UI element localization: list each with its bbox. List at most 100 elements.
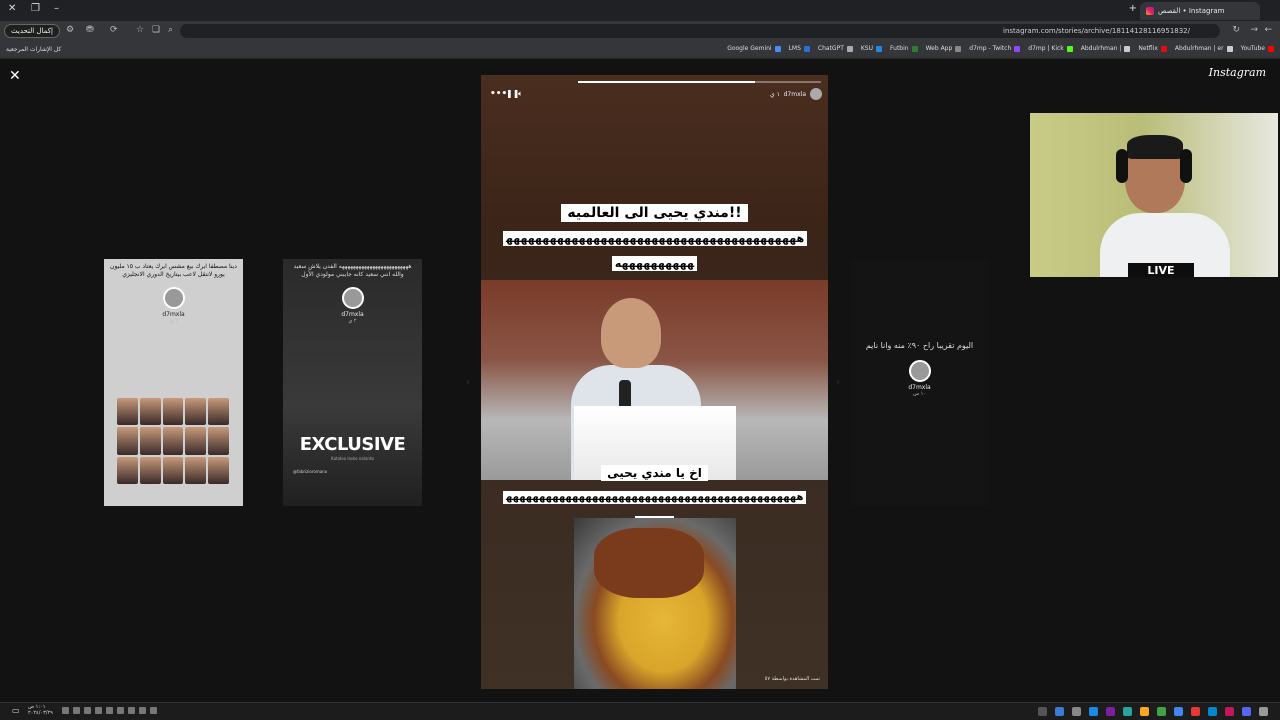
app-icon[interactable] bbox=[1225, 707, 1234, 716]
streamer-hair bbox=[1127, 135, 1183, 159]
reload-icon[interactable]: ⟳ bbox=[110, 25, 118, 35]
tray-icon[interactable] bbox=[62, 707, 69, 714]
bookmark-favicon-icon bbox=[1014, 45, 1021, 52]
bookmark-item[interactable]: LMS bbox=[789, 45, 810, 52]
notification-icon[interactable]: ▭ bbox=[12, 706, 20, 715]
tray-icon[interactable] bbox=[117, 707, 124, 714]
bookmark-item[interactable]: ChatGPT bbox=[818, 45, 853, 52]
bookmark-item[interactable]: KSU bbox=[861, 45, 883, 52]
bookmark-item[interactable]: Netflix bbox=[1138, 45, 1167, 52]
volume-icon[interactable]: 🔈︎ bbox=[518, 89, 523, 99]
bookmark-favicon-icon bbox=[1160, 45, 1167, 52]
star-icon[interactable]: ☆ bbox=[136, 25, 144, 35]
bookmark-item[interactable]: Web App bbox=[926, 45, 962, 52]
tray-icon[interactable] bbox=[84, 707, 91, 714]
app-icon[interactable] bbox=[1123, 707, 1132, 716]
story-preview-1-user: d7mxla bbox=[162, 311, 185, 319]
bookmark-favicon-icon bbox=[1066, 45, 1073, 52]
back-icon[interactable]: ← bbox=[1264, 25, 1272, 35]
close-icon[interactable]: ✕ bbox=[9, 68, 21, 84]
story-preview-1-text: دينا مصطفا ايرك بيع مشس ايرك يعتاد ب ١٥ … bbox=[110, 263, 237, 279]
bookmark-favicon-icon bbox=[955, 45, 962, 52]
credit-handle: @fabrizioromano bbox=[293, 469, 328, 474]
tab-title: القصص • Instagram bbox=[1158, 7, 1225, 15]
app-icon[interactable] bbox=[1157, 707, 1166, 716]
bookmark-favicon-icon bbox=[1124, 45, 1131, 52]
bookmark-label: Abdulrhman | bbox=[1080, 45, 1122, 52]
tray-icon[interactable] bbox=[128, 707, 135, 714]
tab-instagram[interactable]: القصص • Instagram bbox=[1140, 2, 1260, 20]
extension-icon[interactable]: ⚙ bbox=[66, 25, 74, 35]
bookmark-label: ChatGPT bbox=[817, 45, 844, 52]
app-icon[interactable] bbox=[1140, 707, 1149, 716]
tray-icon[interactable] bbox=[150, 707, 157, 714]
app-icon[interactable] bbox=[1055, 707, 1064, 716]
story-username: d7mxla bbox=[783, 91, 806, 98]
bookmark-label: YouTube bbox=[1240, 45, 1265, 52]
players-grid bbox=[117, 398, 229, 484]
story-caption-sub: اخ يا مندي يحيى bbox=[481, 462, 828, 481]
story-user[interactable]: ١ ي d7mxla bbox=[770, 91, 806, 98]
seen-by-count[interactable]: تمت المشاهدة بواسطة ٥٧ bbox=[765, 676, 820, 682]
copy-icon[interactable]: ❏ bbox=[152, 25, 160, 35]
bookmark-label: d7mp | Kick bbox=[1028, 45, 1064, 52]
next-story-icon[interactable]: › bbox=[836, 377, 840, 388]
chrome-icon[interactable] bbox=[1174, 707, 1183, 716]
story-preview-1[interactable]: دينا مصطفا ايرك بيع مشس ايرك يعتاد ب ١٥ … bbox=[104, 259, 243, 506]
app-icon[interactable] bbox=[1106, 707, 1115, 716]
bookmark-item[interactable]: d7mp | Kick bbox=[1028, 45, 1073, 52]
all-bookmarks[interactable]: كل الإشارات المرجعية bbox=[6, 46, 61, 53]
taskbar-apps bbox=[1038, 707, 1268, 716]
tray-icon[interactable] bbox=[73, 707, 80, 714]
minimize-window-icon[interactable]: – bbox=[54, 3, 59, 14]
bookmark-item[interactable]: Google Gemini bbox=[727, 45, 781, 52]
tray-icon[interactable] bbox=[106, 707, 113, 714]
filter-icon[interactable]: ⛃ bbox=[86, 25, 94, 35]
story-video-frame bbox=[481, 280, 828, 480]
restore-window-icon[interactable]: ❐ bbox=[31, 3, 40, 14]
close-window-icon[interactable]: ✕ bbox=[8, 3, 16, 14]
avatar bbox=[908, 359, 931, 382]
bookmark-item[interactable]: YouTube bbox=[1241, 45, 1274, 52]
bookmark-item[interactable]: d7mp - Twitch bbox=[969, 45, 1021, 52]
app-icon[interactable] bbox=[1072, 707, 1081, 716]
previous-story-icon[interactable]: ‹ bbox=[466, 377, 470, 388]
bookmark-item[interactable]: Abdulrhman | bbox=[1081, 45, 1131, 52]
more-options-icon[interactable]: ••• bbox=[490, 89, 507, 99]
app-icon[interactable] bbox=[1208, 707, 1217, 716]
bookmark-favicon-icon bbox=[846, 45, 853, 52]
story-progress-bar bbox=[578, 81, 821, 83]
bookmark-item[interactable]: Abdulrhman | er bbox=[1175, 45, 1233, 52]
food-image bbox=[574, 518, 736, 689]
search-icon[interactable] bbox=[1259, 707, 1268, 716]
app-icon[interactable] bbox=[1242, 707, 1251, 716]
bookmark-label: Netflix bbox=[1138, 45, 1158, 52]
new-tab-icon[interactable]: + bbox=[1129, 3, 1137, 14]
active-story[interactable]: ••• ❚❚ 🔈︎ ١ ي d7mxla مندي يحيى الى العال… bbox=[481, 75, 828, 689]
bookmark-favicon-icon bbox=[1226, 45, 1233, 52]
bookmark-favicon-icon bbox=[774, 45, 781, 52]
story-preview-3-user: d7mxla bbox=[908, 383, 931, 391]
story-preview-3[interactable]: اليوم تقريبا راح ٩٠٪ منه وانا نايم d7mxl… bbox=[850, 259, 989, 506]
bookmark-label: Web App bbox=[925, 45, 953, 52]
avatar bbox=[162, 287, 185, 310]
bookmark-label: LMS bbox=[788, 45, 801, 52]
app-icon[interactable] bbox=[1089, 707, 1098, 716]
search-icon[interactable]: ⌕ bbox=[168, 25, 173, 35]
avatar[interactable] bbox=[810, 88, 822, 100]
address-bar[interactable]: instagram.com/stories/archive/1811412811… bbox=[180, 24, 1220, 38]
story-preview-2[interactable]: هههههههههههههههههههههههههه الفدن يلاش سع… bbox=[283, 259, 422, 506]
clock[interactable]: ١:٠١ ص ٢٠٢٤/٠٣/٢٩ bbox=[28, 704, 53, 716]
app-icon[interactable] bbox=[1191, 707, 1200, 716]
bookmark-label: Abdulrhman | er bbox=[1174, 45, 1224, 52]
forward-icon[interactable]: → bbox=[1250, 25, 1258, 35]
bookmark-item[interactable]: Futbin bbox=[890, 45, 918, 52]
bookmark-favicon-icon bbox=[803, 45, 810, 52]
app-icon[interactable] bbox=[1038, 707, 1047, 716]
refresh-icon[interactable]: ↻ bbox=[1232, 25, 1240, 35]
update-button[interactable]: إكمال التحديث bbox=[4, 24, 60, 38]
instagram-logo[interactable]: Instagram bbox=[1209, 66, 1266, 79]
tray-icon[interactable] bbox=[95, 707, 102, 714]
tray-icon[interactable] bbox=[139, 707, 146, 714]
update-button-label: إكمال التحديث bbox=[11, 27, 53, 35]
